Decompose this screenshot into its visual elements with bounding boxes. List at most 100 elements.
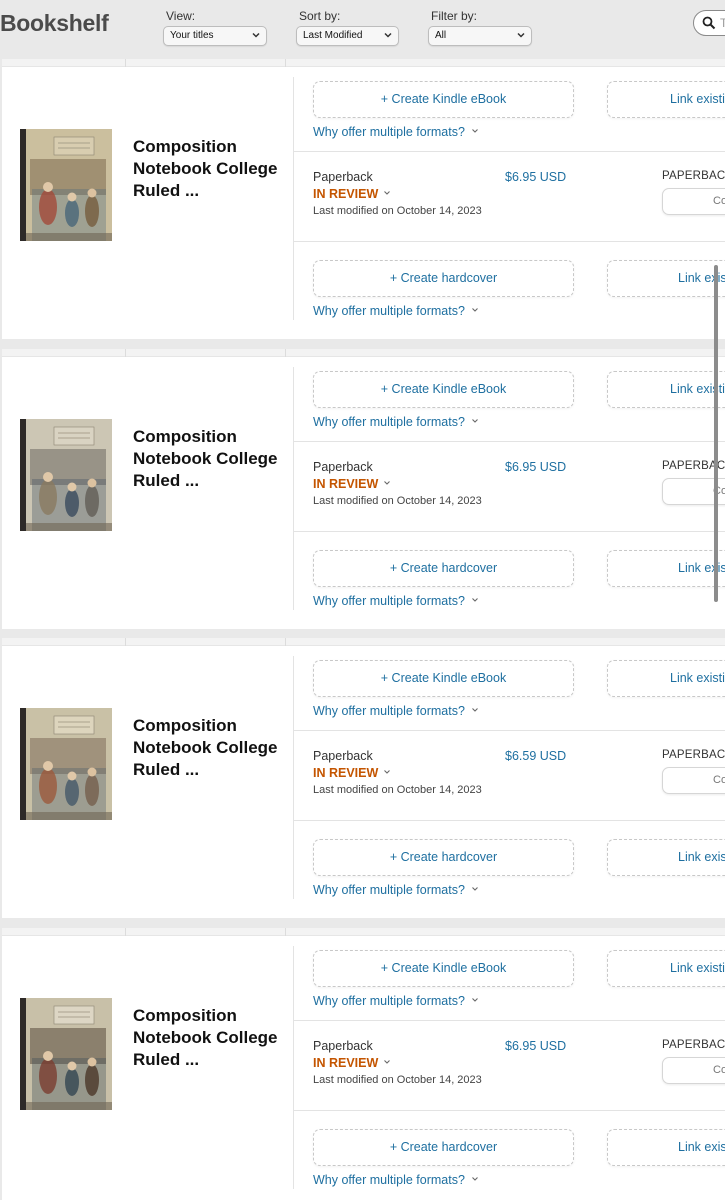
card-divider bbox=[2, 59, 725, 67]
chevron-down-icon bbox=[472, 598, 478, 602]
price-text: $6.59 USD bbox=[505, 749, 567, 763]
card-divider bbox=[2, 638, 725, 646]
chevron-down-icon bbox=[384, 32, 392, 38]
status-badge[interactable]: IN REVIEW bbox=[313, 766, 391, 780]
row-divider bbox=[294, 151, 725, 152]
why-link-label: Why offer multiple formats? bbox=[313, 415, 465, 429]
create-kindle-ebook-button[interactable]: + Create Kindle eBook bbox=[313, 950, 574, 987]
link-existing-label: Link existing bbox=[670, 671, 725, 685]
book-cover[interactable] bbox=[20, 419, 112, 531]
why-multiple-formats-link[interactable]: Why offer multiple formats? bbox=[313, 704, 479, 718]
link-existing-button[interactable]: Link existing bbox=[607, 371, 725, 408]
paperback-type-label: PAPERBACK bbox=[662, 749, 725, 761]
cover-illustration bbox=[20, 998, 112, 1110]
format-label: Paperback bbox=[313, 460, 373, 474]
format-label: Paperback bbox=[313, 1039, 373, 1053]
view-control: View: Your titles bbox=[163, 9, 267, 46]
link-existing-button[interactable]: Link existing bbox=[607, 81, 725, 118]
link-existing-button[interactable]: Link existing bbox=[607, 550, 725, 587]
book-title[interactable]: Composition Notebook College Ruled ... bbox=[133, 136, 283, 202]
row-divider bbox=[294, 1020, 725, 1021]
book-card: Composition Notebook College Ruled ... +… bbox=[2, 928, 725, 1200]
why-multiple-formats-link[interactable]: Why offer multiple formats? bbox=[313, 415, 479, 429]
row-divider bbox=[294, 441, 725, 442]
why-multiple-formats-link[interactable]: Why offer multiple formats? bbox=[313, 883, 479, 897]
row-divider bbox=[294, 730, 725, 731]
card-divider bbox=[2, 349, 725, 357]
filter-select[interactable]: All bbox=[428, 26, 532, 46]
sort-control: Sort by: Last Modified bbox=[296, 9, 399, 46]
book-cover[interactable] bbox=[20, 129, 112, 241]
book-title[interactable]: Composition Notebook College Ruled ... bbox=[133, 426, 283, 492]
why-multiple-formats-link[interactable]: Why offer multiple formats? bbox=[313, 994, 479, 1008]
why-link-label: Why offer multiple formats? bbox=[313, 1173, 465, 1187]
why-link-label: Why offer multiple formats? bbox=[313, 704, 465, 718]
create-kindle-ebook-button[interactable]: + Create Kindle eBook bbox=[313, 660, 574, 697]
chevron-down-icon bbox=[472, 887, 478, 891]
scrollbar[interactable] bbox=[714, 265, 718, 602]
cover-illustration bbox=[20, 129, 112, 241]
chevron-down-icon bbox=[472, 1177, 478, 1181]
bookshelf-header: Bookshelf View: Your titles Sort by: Las… bbox=[0, 0, 725, 50]
link-existing-button[interactable]: Link existing bbox=[607, 660, 725, 697]
why-multiple-formats-link[interactable]: Why offer multiple formats? bbox=[313, 1173, 479, 1187]
book-card: Composition Notebook College Ruled ... +… bbox=[2, 349, 725, 629]
create-hardcover-button[interactable]: + Create hardcover bbox=[313, 550, 574, 587]
sort-select[interactable]: Last Modified bbox=[296, 26, 399, 46]
why-link-label: Why offer multiple formats? bbox=[313, 125, 465, 139]
create-kindle-ebook-button[interactable]: + Create Kindle eBook bbox=[313, 81, 574, 118]
book-card: Composition Notebook College Ruled ... +… bbox=[2, 638, 725, 918]
link-existing-button[interactable]: Link existing bbox=[607, 950, 725, 987]
why-link-label: Why offer multiple formats? bbox=[313, 594, 465, 608]
create-kindle-ebook-button[interactable]: + Create Kindle eBook bbox=[313, 371, 574, 408]
status-text: IN REVIEW bbox=[313, 766, 379, 780]
status-badge[interactable]: IN REVIEW bbox=[313, 187, 391, 201]
link-existing-label: Link existing bbox=[678, 850, 725, 864]
chevron-down-icon bbox=[252, 32, 260, 38]
create-hardcover-button[interactable]: + Create hardcover bbox=[313, 260, 574, 297]
link-existing-label: Link existing bbox=[678, 1140, 725, 1154]
row-divider bbox=[294, 820, 725, 821]
paperback-action-button[interactable]: Co bbox=[662, 767, 725, 794]
last-modified-text: Last modified on October 14, 2023 bbox=[313, 205, 482, 217]
link-existing-button[interactable]: Link existing bbox=[607, 839, 725, 876]
chevron-down-icon bbox=[472, 308, 478, 312]
paperback-action-button[interactable]: Co bbox=[662, 188, 725, 215]
row-divider bbox=[294, 531, 725, 532]
why-multiple-formats-link[interactable]: Why offer multiple formats? bbox=[313, 125, 479, 139]
search-icon bbox=[702, 16, 716, 30]
column-divider bbox=[293, 946, 294, 1189]
status-text: IN REVIEW bbox=[313, 1056, 379, 1070]
create-hardcover-button[interactable]: + Create hardcover bbox=[313, 1129, 574, 1166]
chevron-down-icon bbox=[472, 708, 478, 712]
why-link-label: Why offer multiple formats? bbox=[313, 304, 465, 318]
price-text: $6.95 USD bbox=[505, 1039, 567, 1053]
create-hardcover-button[interactable]: + Create hardcover bbox=[313, 839, 574, 876]
status-badge[interactable]: IN REVIEW bbox=[313, 1056, 391, 1070]
last-modified-text: Last modified on October 14, 2023 bbox=[313, 495, 482, 507]
chevron-down-icon bbox=[384, 481, 391, 485]
paperback-type-label: PAPERBACK bbox=[662, 1039, 725, 1051]
book-card: Composition Notebook College Ruled ... +… bbox=[2, 59, 725, 339]
book-title[interactable]: Composition Notebook College Ruled ... bbox=[133, 1005, 283, 1071]
price-text: $6.95 USD bbox=[505, 170, 567, 184]
why-multiple-formats-link[interactable]: Why offer multiple formats? bbox=[313, 594, 479, 608]
filter-label: Filter by: bbox=[431, 9, 478, 23]
page-title: Bookshelf bbox=[0, 10, 109, 36]
status-badge[interactable]: IN REVIEW bbox=[313, 477, 391, 491]
book-cover[interactable] bbox=[20, 998, 112, 1110]
chevron-down-icon bbox=[472, 998, 478, 1002]
link-existing-button[interactable]: Link existing bbox=[607, 260, 725, 297]
status-text: IN REVIEW bbox=[313, 477, 379, 491]
status-text: IN REVIEW bbox=[313, 187, 379, 201]
link-existing-label: Link existing bbox=[670, 961, 725, 975]
paperback-action-button[interactable]: Co bbox=[662, 1057, 725, 1084]
book-cover[interactable] bbox=[20, 708, 112, 820]
search-placeholder: T bbox=[720, 16, 725, 30]
price-text: $6.95 USD bbox=[505, 460, 567, 474]
why-multiple-formats-link[interactable]: Why offer multiple formats? bbox=[313, 304, 479, 318]
link-existing-button[interactable]: Link existing bbox=[607, 1129, 725, 1166]
view-select[interactable]: Your titles bbox=[163, 26, 267, 46]
book-title[interactable]: Composition Notebook College Ruled ... bbox=[133, 715, 283, 781]
search-input[interactable]: T bbox=[693, 10, 725, 36]
